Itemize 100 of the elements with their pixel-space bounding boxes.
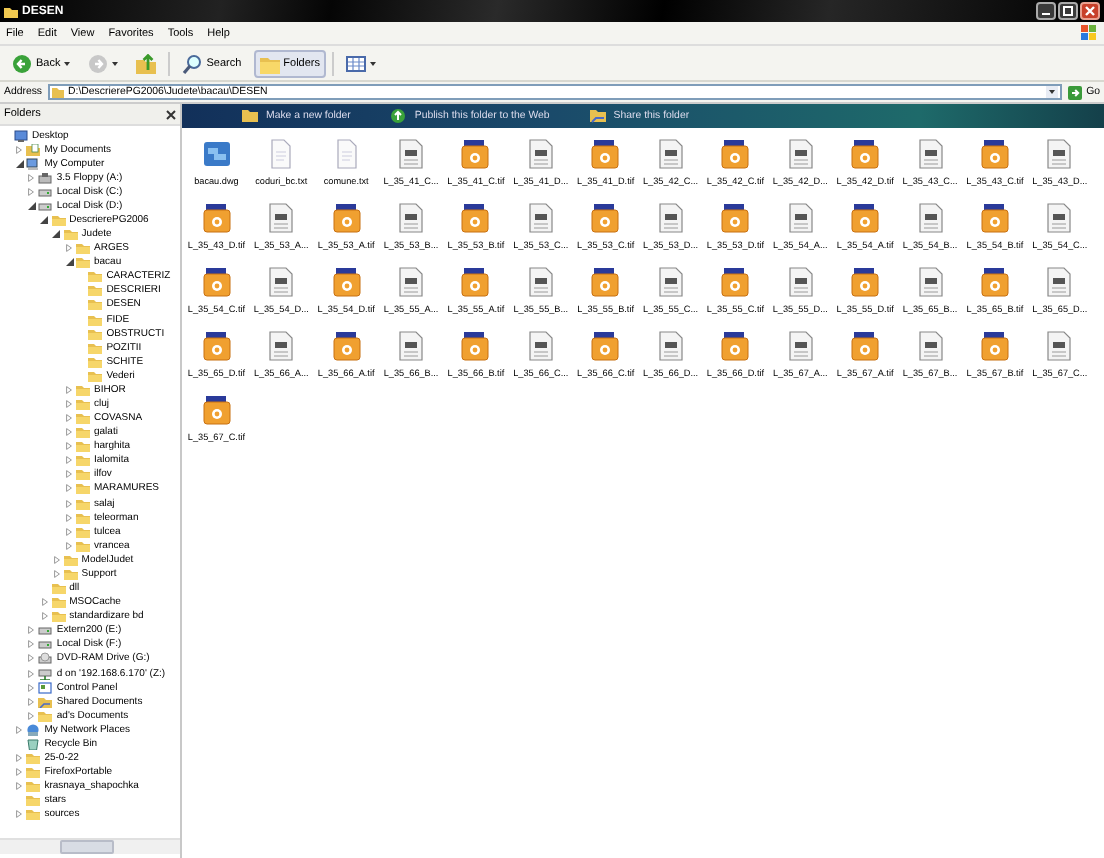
- image-file-icon: [460, 330, 491, 362]
- collapsed-triangle-icon[interactable]: [66, 470, 72, 479]
- collapsed-triangle-icon[interactable]: [66, 513, 72, 522]
- floppy-drive-icon: [38, 171, 53, 184]
- collapsed-triangle-icon[interactable]: [16, 782, 23, 791]
- collapsed-triangle-icon[interactable]: [16, 753, 23, 762]
- expanded-triangle-icon[interactable]: [65, 258, 73, 267]
- caret-icon: [370, 61, 377, 65]
- image-file-icon: [331, 330, 362, 362]
- collapsed-triangle-icon[interactable]: [66, 442, 72, 451]
- document-icon: [785, 330, 816, 362]
- image-file-icon: [331, 202, 362, 234]
- document-icon: [785, 138, 816, 170]
- image-file-icon: [850, 138, 881, 170]
- image-file-icon: [590, 330, 621, 362]
- expanded-triangle-icon[interactable]: [15, 159, 24, 168]
- shared-folder-icon: [589, 108, 606, 124]
- document-icon: [396, 330, 427, 362]
- collapsed-triangle-icon[interactable]: [53, 555, 60, 564]
- collapsed-triangle-icon[interactable]: [66, 541, 72, 550]
- image-file-icon: [460, 138, 491, 170]
- collapsed-triangle-icon[interactable]: [66, 484, 72, 493]
- image-file-icon: [201, 202, 232, 234]
- collapsed-triangle-icon[interactable]: [28, 640, 35, 649]
- windows-logo-icon: [1080, 24, 1098, 42]
- collapsed-triangle-icon[interactable]: [28, 669, 35, 677]
- image-file-icon: [201, 330, 232, 362]
- forward-arrow-icon: [88, 53, 109, 73]
- collapsed-triangle-icon[interactable]: [66, 414, 72, 423]
- horizontal-scrollbar[interactable]: [0, 838, 180, 854]
- collapsed-triangle-icon[interactable]: [66, 385, 72, 394]
- image-file-icon: [201, 394, 232, 426]
- image-file-icon: [720, 330, 751, 362]
- minimize-button[interactable]: [1036, 2, 1056, 20]
- collapsed-triangle-icon[interactable]: [66, 456, 72, 465]
- recycle-bin-icon: [26, 737, 41, 750]
- image-file-icon: [460, 266, 491, 298]
- control-panel-icon: [38, 681, 53, 694]
- collapsed-triangle-icon[interactable]: [28, 173, 35, 182]
- collapsed-triangle-icon[interactable]: [28, 711, 35, 720]
- collapsed-triangle-icon[interactable]: [28, 654, 35, 663]
- collapsed-triangle-icon[interactable]: [28, 697, 35, 706]
- dropdown-arrow-icon[interactable]: [1046, 86, 1059, 98]
- drawing-file-icon: [201, 138, 232, 170]
- collapsed-triangle-icon[interactable]: [66, 527, 72, 536]
- collapsed-triangle-icon[interactable]: [28, 187, 35, 196]
- maximize-button[interactable]: [1058, 2, 1078, 20]
- document-icon: [655, 138, 686, 170]
- collapsed-triangle-icon[interactable]: [16, 725, 23, 734]
- folder-icon: [4, 5, 18, 17]
- collapsed-triangle-icon[interactable]: [66, 244, 72, 253]
- image-file-icon: [460, 202, 491, 234]
- collapsed-triangle-icon[interactable]: [16, 145, 23, 154]
- collapsed-triangle-icon[interactable]: [16, 768, 23, 777]
- collapsed-triangle-icon[interactable]: [28, 683, 35, 692]
- shared-folder-icon: [38, 695, 53, 708]
- image-file-icon: [590, 202, 621, 234]
- collapsed-triangle-icon[interactable]: [53, 569, 60, 578]
- close-button[interactable]: [1080, 2, 1100, 20]
- document-icon: [915, 266, 946, 298]
- view-grid-icon: [346, 53, 367, 73]
- document-icon: [655, 266, 686, 298]
- text-file-icon: [331, 138, 362, 170]
- document-icon: [915, 202, 946, 234]
- image-file-icon: [720, 138, 751, 170]
- image-file-icon: [201, 266, 232, 298]
- document-icon: [525, 330, 556, 362]
- network-drive-icon: [38, 667, 53, 679]
- collapsed-triangle-icon[interactable]: [16, 810, 23, 819]
- image-file-icon: [979, 202, 1010, 234]
- network-icon: [26, 723, 41, 736]
- document-icon: [525, 202, 556, 234]
- close-icon[interactable]: [166, 109, 176, 119]
- document-icon: [266, 330, 297, 362]
- collapsed-triangle-icon[interactable]: [66, 499, 72, 508]
- image-file-icon: [720, 266, 751, 298]
- document-icon: [1044, 330, 1075, 362]
- up-folder-icon: [136, 53, 157, 73]
- search-icon: [182, 53, 203, 73]
- collapsed-triangle-icon[interactable]: [41, 598, 48, 607]
- collapsed-triangle-icon[interactable]: [66, 400, 72, 409]
- text-file-icon: [266, 138, 297, 170]
- document-icon: [915, 330, 946, 362]
- folder-icon: [38, 709, 53, 722]
- document-icon: [785, 266, 816, 298]
- expanded-triangle-icon[interactable]: [27, 201, 36, 210]
- document-icon: [915, 138, 946, 170]
- collapsed-triangle-icon[interactable]: [28, 626, 35, 635]
- document-icon: [525, 138, 556, 170]
- image-file-icon: [979, 138, 1010, 170]
- image-file-icon: [850, 330, 881, 362]
- document-icon: [266, 202, 297, 234]
- folder-icon: [52, 87, 65, 97]
- image-file-icon: [850, 266, 881, 298]
- expanded-triangle-icon[interactable]: [52, 230, 61, 239]
- collapsed-triangle-icon[interactable]: [66, 428, 72, 437]
- collapsed-triangle-icon[interactable]: [41, 612, 48, 621]
- new-folder-icon: [242, 108, 258, 124]
- document-icon: [396, 138, 427, 170]
- expanded-triangle-icon[interactable]: [40, 216, 49, 224]
